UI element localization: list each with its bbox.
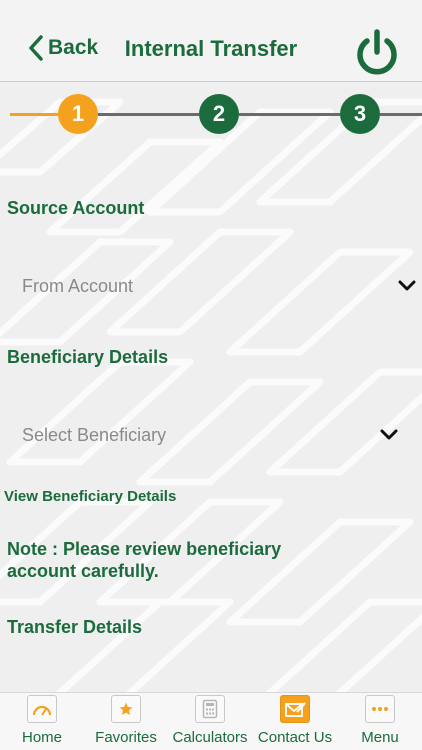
star-icon xyxy=(111,695,141,723)
from-account-select[interactable]: From Account xyxy=(22,271,422,301)
tab-contact-us[interactable]: Contact Us xyxy=(256,693,334,750)
calculator-icon xyxy=(195,695,225,723)
source-account-heading: Source Account xyxy=(7,198,145,218)
review-note: Note : Please review beneficiary account… xyxy=(7,539,282,581)
more-dots-icon xyxy=(365,695,395,723)
view-beneficiary-details-link[interactable]: View Beneficiary Details xyxy=(4,488,176,505)
bottom-tab-bar: Home Favorites Calculators Contact Us Me… xyxy=(0,692,422,750)
tab-menu[interactable]: Menu xyxy=(359,693,401,750)
from-account-placeholder: From Account xyxy=(22,275,134,296)
chevron-down-icon xyxy=(398,280,416,291)
tab-favorites[interactable]: Favorites xyxy=(95,693,157,750)
beneficiary-details-heading: Beneficiary Details xyxy=(7,347,169,367)
tab-label: Calculators xyxy=(172,729,248,746)
tab-label: Favorites xyxy=(95,729,157,746)
tab-label: Contact Us xyxy=(257,729,333,746)
tab-label: Home xyxy=(21,729,62,746)
tab-home[interactable]: Home xyxy=(21,693,63,750)
tab-label: Menu xyxy=(361,729,399,746)
mail-edit-icon xyxy=(280,695,310,723)
tab-calculators[interactable]: Calculators xyxy=(172,693,248,750)
select-beneficiary-placeholder: Select Beneficiary xyxy=(22,424,167,445)
select-beneficiary-select[interactable]: Select Beneficiary xyxy=(22,420,422,450)
chevron-down-icon xyxy=(380,429,398,440)
speedometer-icon xyxy=(27,695,57,723)
transfer-form: Source Account From Account Beneficiary … xyxy=(0,0,422,692)
transfer-details-heading: Transfer Details xyxy=(7,617,143,637)
